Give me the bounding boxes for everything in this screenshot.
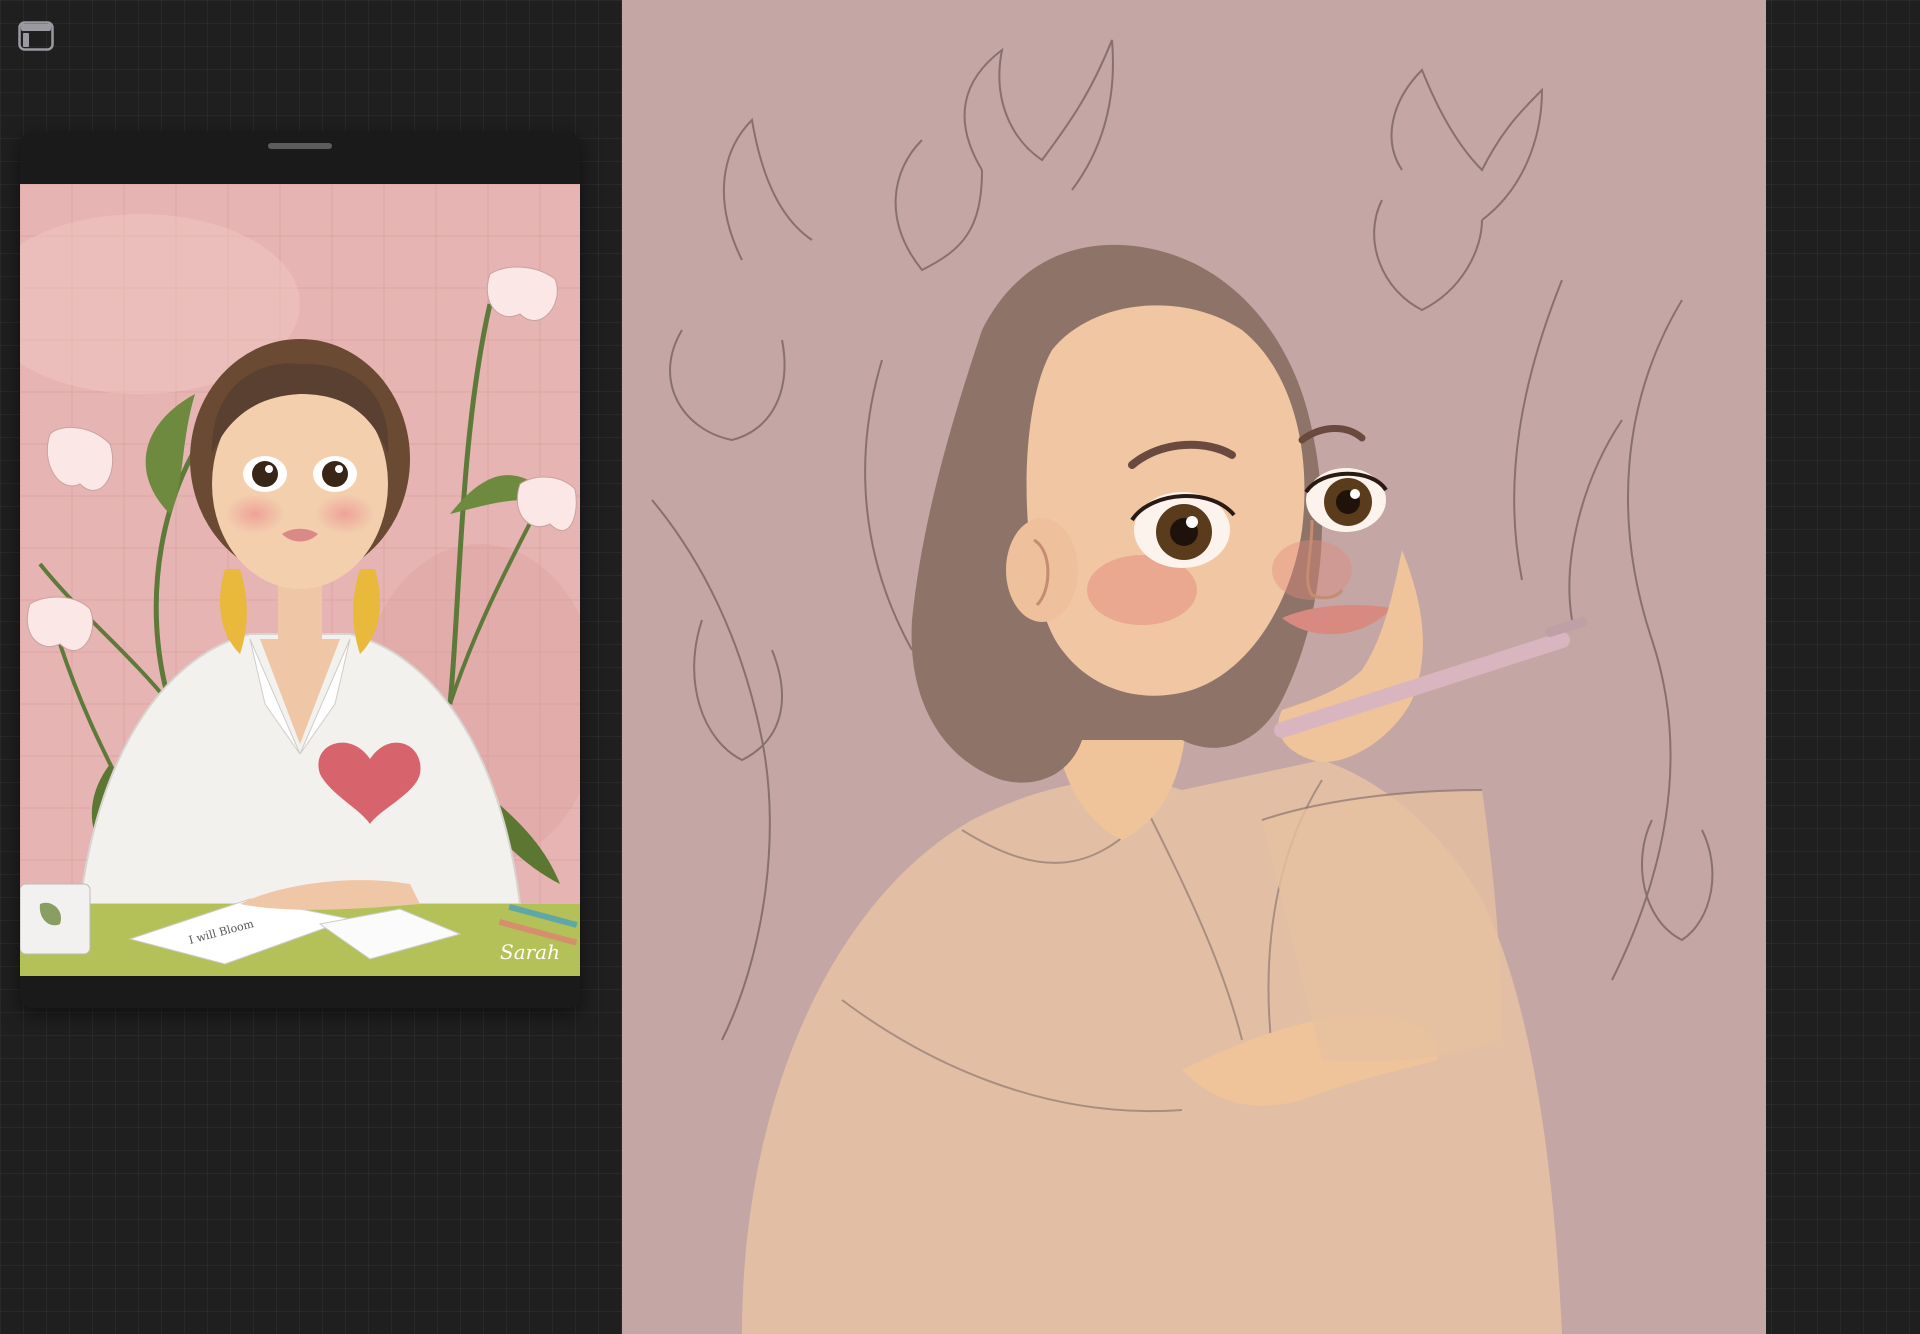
reference-panel-grabber[interactable] [268, 138, 332, 154]
signature-text: Sarah [500, 940, 560, 964]
reference-image: Sarah I will Bloom [20, 184, 580, 976]
sidebar-panel-icon [18, 21, 54, 51]
drag-handle-icon [268, 143, 332, 149]
drawing-canvas[interactable] [622, 0, 1766, 1334]
reference-panel[interactable]: Sarah I will Bloom [20, 132, 580, 1008]
reference-toggle-button[interactable] [14, 16, 58, 56]
